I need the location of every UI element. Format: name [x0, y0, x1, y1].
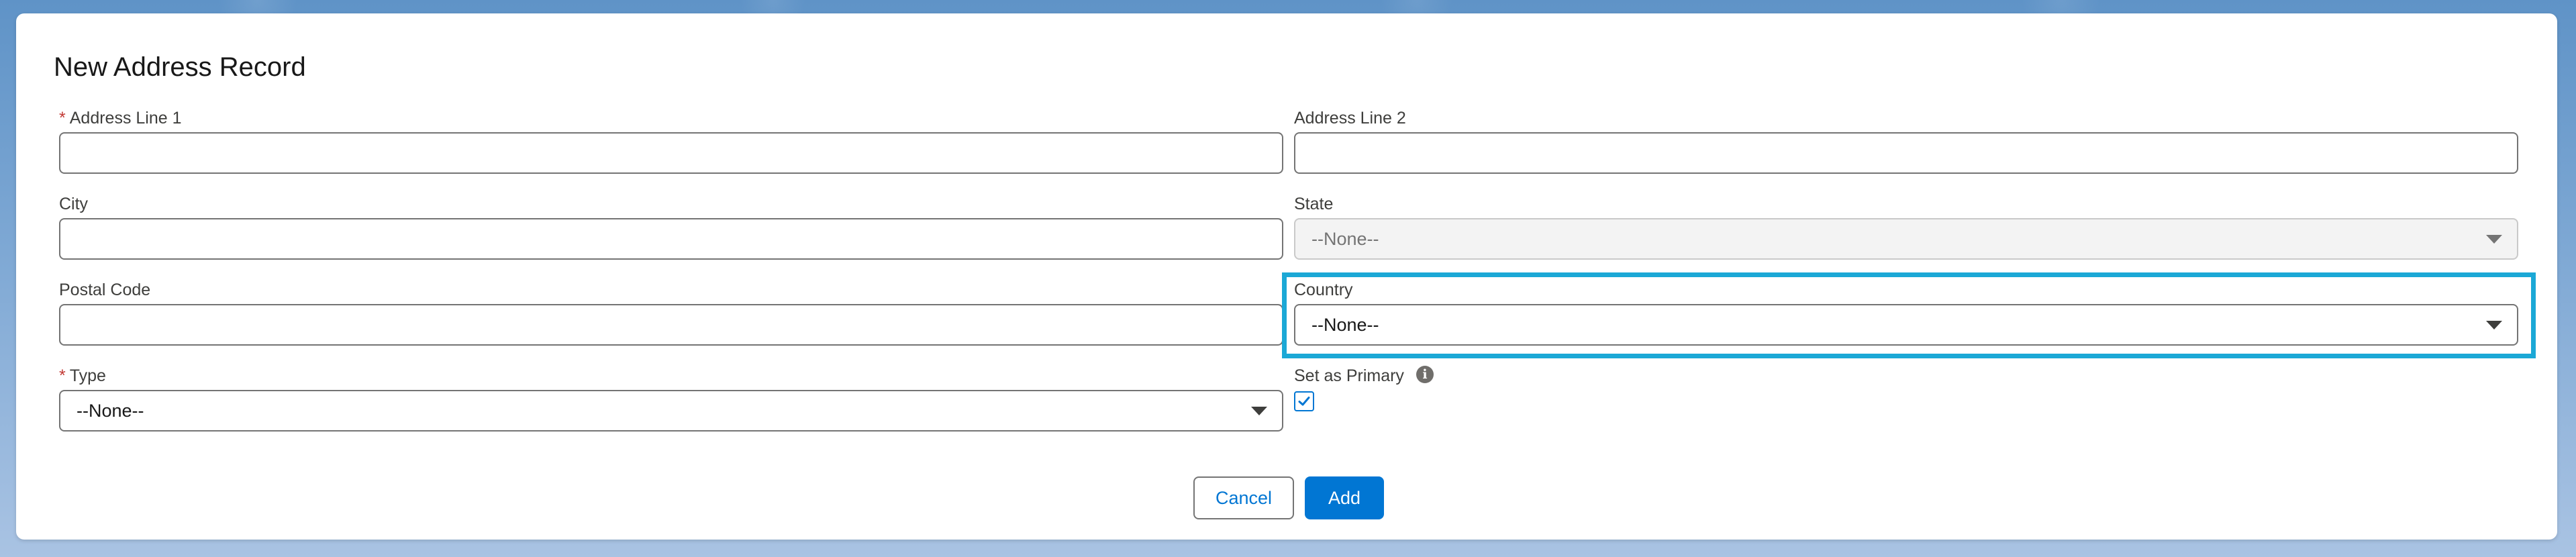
required-marker: * — [59, 366, 66, 385]
set-as-primary-label: Set as Primary — [1294, 366, 1404, 385]
chevron-down-icon — [1251, 407, 1267, 415]
address-line-1-label: * Address Line 1 — [59, 109, 182, 128]
cancel-button[interactable]: Cancel — [1193, 476, 1294, 519]
postal-code-input[interactable] — [59, 304, 1283, 346]
required-marker: * — [59, 109, 66, 128]
modal-title: New Address Record — [54, 52, 306, 82]
city-input[interactable] — [59, 218, 1283, 260]
address-line-2-input[interactable] — [1294, 132, 2518, 174]
type-select[interactable]: --None-- — [59, 390, 1283, 432]
address-line-1-input[interactable] — [59, 132, 1283, 174]
state-select[interactable]: --None-- — [1294, 218, 2518, 260]
country-selected-value: --None-- — [1311, 314, 1379, 335]
checkmark-icon — [1298, 397, 1310, 406]
new-address-modal: New Address Record * Address Line 1 Addre… — [16, 13, 2557, 540]
type-label: * Type — [59, 366, 106, 385]
info-icon[interactable]: i — [1416, 366, 1434, 383]
set-as-primary-checkbox[interactable] — [1294, 391, 1314, 411]
postal-code-label: Postal Code — [59, 281, 151, 299]
chevron-down-icon — [2486, 235, 2502, 244]
type-selected-value: --None-- — [77, 400, 144, 421]
address-line-2-label: Address Line 2 — [1294, 109, 1406, 128]
add-button[interactable]: Add — [1305, 476, 1384, 519]
state-label: State — [1294, 195, 1334, 213]
chevron-down-icon — [2486, 321, 2502, 330]
country-select[interactable]: --None-- — [1294, 304, 2518, 346]
city-label: City — [59, 195, 89, 213]
state-selected-value: --None-- — [1311, 228, 1379, 249]
country-label: Country — [1294, 281, 1353, 299]
